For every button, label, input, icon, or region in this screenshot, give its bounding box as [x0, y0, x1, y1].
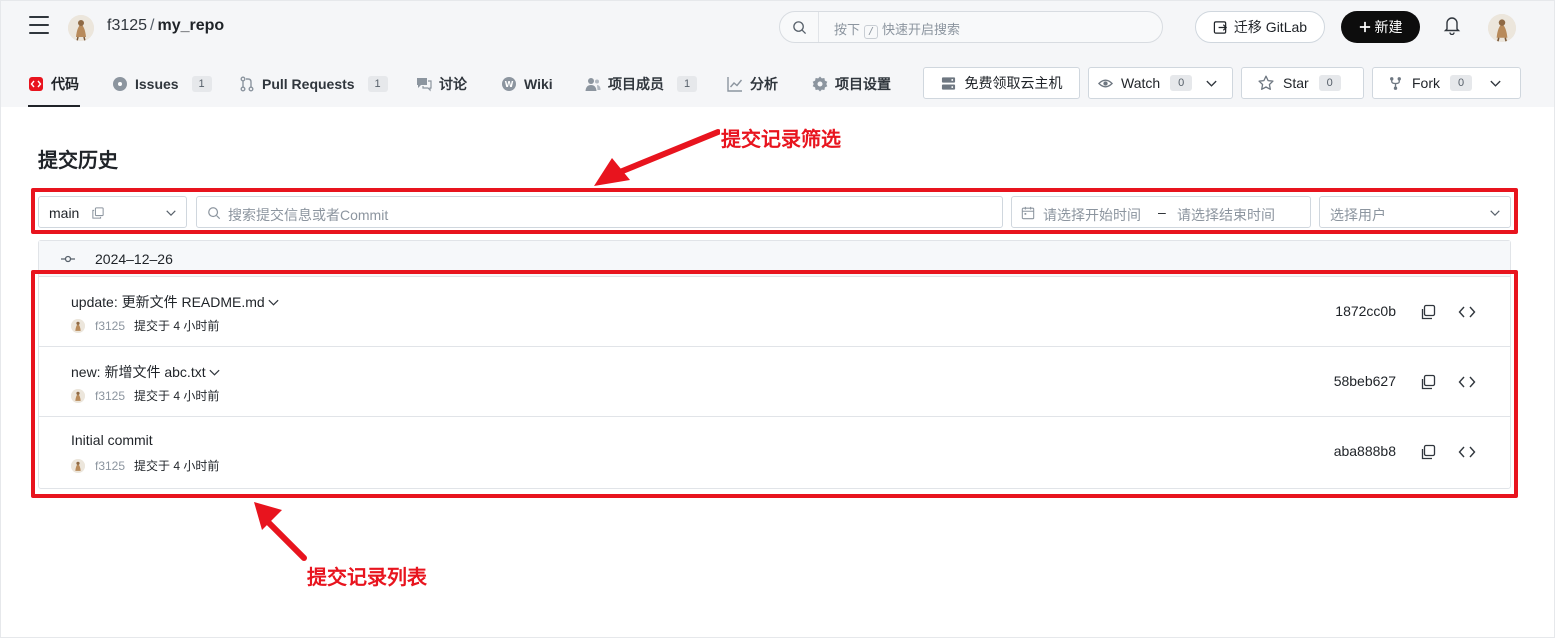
new-label: 新建 — [1374, 19, 1403, 35]
server-icon — [941, 76, 955, 90]
repo-owner-avatar[interactable] — [68, 15, 94, 41]
tab-analytics[interactable]: 分析 — [727, 61, 778, 107]
fork-icon — [1390, 76, 1401, 90]
header-area: f3125/my_repo 按下 / 快速开启搜索 迁移 GitLab 新建 代码 … — [1, 1, 1554, 107]
repo-breadcrumb: f3125/my_repo — [107, 17, 224, 35]
tab-label: 分析 — [750, 76, 778, 92]
pull-request-icon — [240, 76, 254, 92]
issues-count-badge: 1 — [191, 76, 212, 92]
repo-name-link[interactable]: my_repo — [158, 17, 225, 34]
tab-label: Issues — [135, 76, 179, 92]
new-button[interactable]: 新建 — [1341, 11, 1420, 43]
fork-count-badge: 0 — [1450, 75, 1472, 91]
filter-annotation: 提交记录筛选 — [721, 129, 841, 151]
eye-icon — [1098, 79, 1113, 87]
commit-date: 2024–12–26 — [95, 251, 173, 267]
watch-count-badge: 0 — [1170, 75, 1193, 91]
wiki-icon: W — [502, 77, 516, 91]
tab-wiki[interactable]: W Wiki — [501, 61, 553, 107]
members-count-badge: 1 — [677, 76, 697, 92]
search-divider — [818, 12, 819, 42]
list-annotation: 提交记录列表 — [307, 567, 427, 589]
bell-icon[interactable] — [1443, 15, 1461, 35]
star-button[interactable]: Star 0 — [1241, 67, 1364, 99]
import-icon — [1213, 20, 1227, 34]
fork-button[interactable]: Fork 0 — [1372, 67, 1521, 99]
tab-discussions[interactable]: 讨论 — [416, 61, 467, 107]
tab-members[interactable]: 项目成员 1 — [585, 61, 697, 107]
svg-text:W: W — [505, 80, 514, 89]
top-bar: f3125/my_repo 按下 / 快速开启搜索 迁移 GitLab 新建 — [1, 1, 1554, 53]
issue-icon — [113, 77, 127, 91]
tab-issues[interactable]: Issues 1 — [112, 61, 212, 107]
repo-owner-link[interactable]: f3125 — [107, 17, 147, 34]
tab-label: 代码 — [51, 76, 79, 92]
tab-label: Wiki — [524, 76, 553, 92]
search-hint: 按下 / 快速开启搜索 — [834, 22, 961, 39]
breadcrumb-separator: / — [150, 17, 155, 34]
tab-label: 项目成员 — [608, 76, 664, 92]
watch-label: Watch — [1121, 75, 1161, 91]
migrate-gitlab-label: 迁移 GitLab — [1233, 19, 1308, 35]
tab-code[interactable]: 代码 — [28, 61, 80, 107]
filter-highlight-box — [31, 188, 1518, 234]
tab-label: Pull Requests — [262, 76, 355, 92]
commit-icon — [61, 255, 75, 263]
tab-label: 项目设置 — [835, 76, 891, 92]
code-icon — [29, 77, 43, 91]
menu-icon[interactable] — [29, 16, 49, 34]
filter-arrow-icon — [594, 129, 720, 186]
list-highlight-box — [31, 270, 1518, 498]
free-cloud-host-button[interactable]: 免费领取云主机 — [923, 67, 1080, 99]
watch-button[interactable]: Watch 0 — [1088, 67, 1233, 99]
pr-count-badge: 1 — [367, 76, 388, 92]
fork-label: Fork — [1412, 75, 1440, 91]
tab-label: 讨论 — [439, 76, 467, 92]
chevron-down-icon[interactable] — [1205, 77, 1218, 90]
free-cloud-host-label: 免费领取云主机 — [964, 75, 1063, 91]
chevron-down-icon[interactable] — [1489, 77, 1502, 90]
slash-key-hint: / — [864, 25, 879, 39]
star-label: Star — [1283, 75, 1309, 91]
global-search[interactable]: 按下 / 快速开启搜索 — [779, 11, 1163, 43]
members-icon — [585, 78, 601, 91]
list-arrow-icon — [254, 502, 307, 561]
migrate-gitlab-button[interactable]: 迁移 GitLab — [1195, 11, 1325, 43]
discussion-icon — [417, 78, 432, 92]
gear-icon — [812, 76, 828, 92]
chart-icon — [727, 77, 743, 92]
page-title: 提交历史 — [38, 150, 118, 172]
tab-pull-requests[interactable]: Pull Requests 1 — [239, 61, 388, 107]
tab-settings[interactable]: 项目设置 — [812, 61, 891, 107]
plus-icon — [1359, 21, 1370, 33]
search-icon — [793, 21, 807, 35]
star-icon — [1258, 75, 1274, 90]
user-avatar[interactable] — [1488, 14, 1516, 42]
star-count-badge: 0 — [1318, 75, 1341, 91]
